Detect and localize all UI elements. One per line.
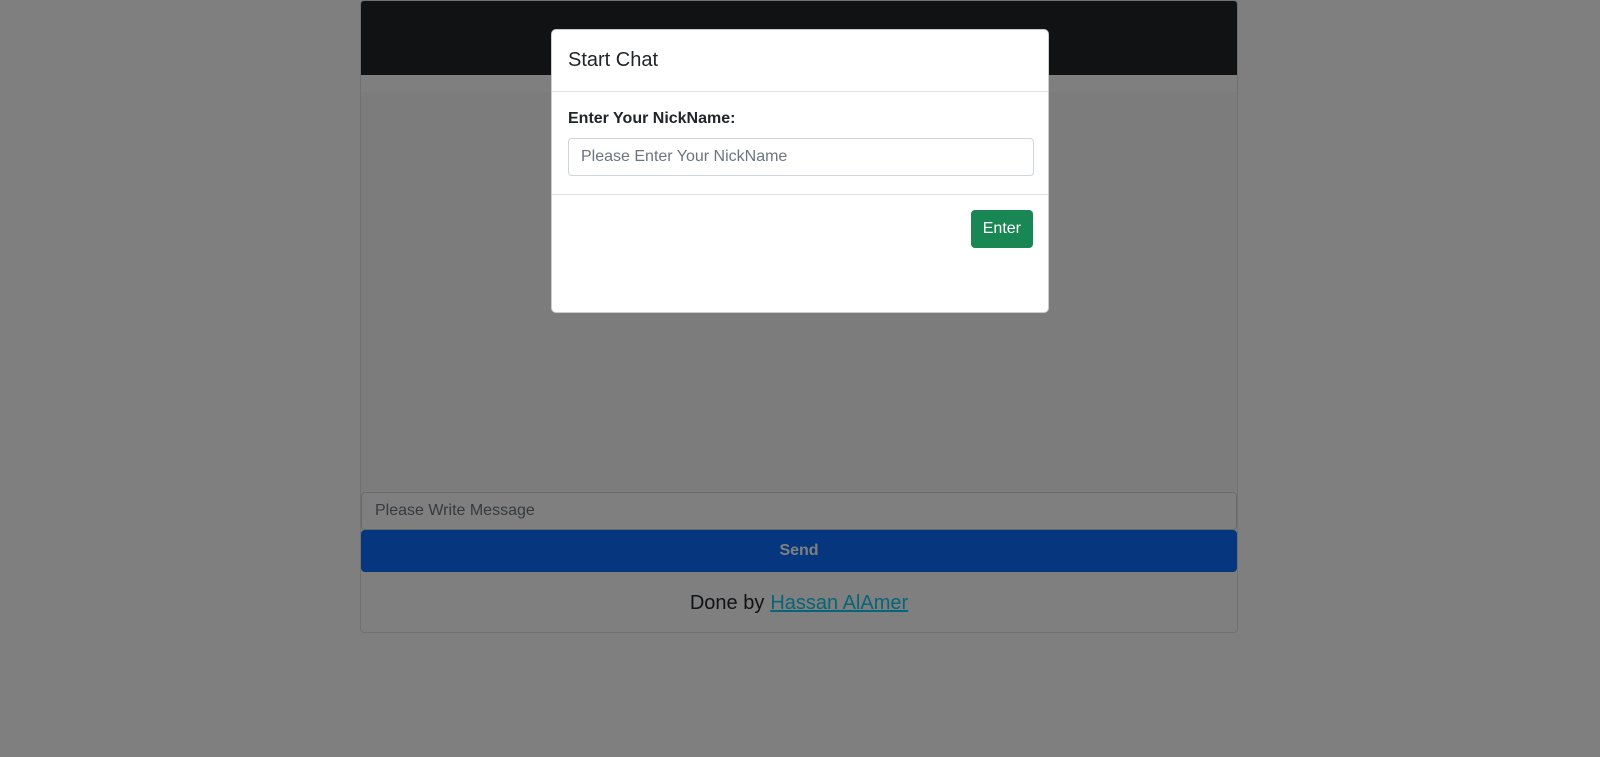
modal-body: Enter Your NickName: xyxy=(552,92,1048,195)
enter-button[interactable]: Enter xyxy=(970,210,1033,248)
modal-header: Start Chat xyxy=(552,30,1048,92)
modal-title: Start Chat xyxy=(568,49,659,71)
nickname-label: Enter Your NickName: xyxy=(568,110,736,127)
start-chat-modal: Start Chat Enter Your NickName: Enter xyxy=(551,29,1049,313)
modal-footer: Enter xyxy=(552,195,1048,248)
page: Send Done by Hassan AlAmer Start Chat En… xyxy=(0,0,1600,757)
nickname-input[interactable] xyxy=(568,138,1034,176)
